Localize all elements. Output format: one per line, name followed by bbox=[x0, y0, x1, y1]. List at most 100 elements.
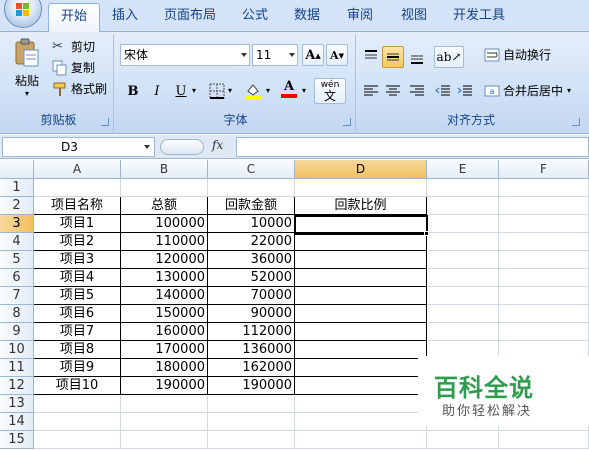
cell-b1[interactable] bbox=[121, 179, 208, 197]
underline-dropdown-icon[interactable]: ▾ bbox=[192, 86, 196, 95]
format-painter-button[interactable]: 格式刷 bbox=[52, 80, 107, 97]
cell-e1[interactable] bbox=[427, 179, 499, 197]
column-header-b[interactable]: B bbox=[121, 160, 208, 179]
table-cell[interactable]: 项目1 bbox=[34, 215, 121, 233]
table-cell[interactable]: 136000 bbox=[208, 341, 295, 359]
copy-button[interactable]: 复制 bbox=[52, 59, 95, 76]
formula-bar-resize-handle[interactable] bbox=[160, 139, 204, 155]
underline-button[interactable]: U bbox=[170, 80, 192, 102]
table-cell[interactable]: 项目4 bbox=[34, 269, 121, 287]
cell-c1[interactable] bbox=[208, 179, 295, 197]
cell-d15[interactable] bbox=[295, 431, 427, 449]
fill-color-button[interactable] bbox=[242, 80, 264, 102]
shrink-font-button[interactable]: A ▼ bbox=[326, 44, 348, 66]
cell-a15[interactable] bbox=[34, 431, 121, 449]
cut-button[interactable]: ✂ 剪切 bbox=[52, 38, 95, 55]
column-header-c[interactable]: C bbox=[208, 160, 295, 179]
table-cell[interactable]: 90000 bbox=[208, 305, 295, 323]
select-all-corner[interactable] bbox=[0, 160, 34, 179]
align-middle-button[interactable] bbox=[382, 46, 404, 68]
column-header-d[interactable]: D bbox=[295, 160, 427, 179]
merge-center-button[interactable]: a 合并后居中 ▾ bbox=[484, 82, 571, 99]
tab-developer[interactable]: 开发工具 bbox=[449, 7, 509, 32]
cell-f5[interactable] bbox=[499, 251, 589, 269]
column-header-a[interactable]: A bbox=[34, 160, 121, 179]
cell-f9[interactable] bbox=[499, 323, 589, 341]
name-box[interactable]: D3 bbox=[2, 137, 155, 157]
tab-home[interactable]: 开始 bbox=[48, 3, 101, 33]
cell-e4[interactable] bbox=[427, 233, 499, 251]
font-color-dropdown-icon[interactable]: ▾ bbox=[302, 86, 306, 95]
row-header-13[interactable]: 13 bbox=[0, 395, 34, 413]
insert-function-button[interactable]: fx bbox=[212, 138, 223, 152]
cell-d14[interactable] bbox=[295, 413, 427, 431]
table-cell[interactable]: 70000 bbox=[208, 287, 295, 305]
cell-e6[interactable] bbox=[427, 269, 499, 287]
table-cell[interactable]: 项目5 bbox=[34, 287, 121, 305]
cell-f8[interactable] bbox=[499, 305, 589, 323]
cell-d1[interactable] bbox=[295, 179, 427, 197]
cell-d13[interactable] bbox=[295, 395, 427, 413]
align-top-button[interactable] bbox=[360, 46, 382, 68]
table-cell[interactable]: 项目8 bbox=[34, 341, 121, 359]
tab-insert[interactable]: 插入 bbox=[108, 7, 142, 32]
cell-f2[interactable] bbox=[499, 197, 589, 215]
row-header-14[interactable]: 14 bbox=[0, 413, 34, 431]
row-header-5[interactable]: 5 bbox=[0, 251, 34, 269]
row-header-15[interactable]: 15 bbox=[0, 431, 34, 449]
row-header-1[interactable]: 1 bbox=[0, 179, 34, 197]
cell-a14[interactable] bbox=[34, 413, 121, 431]
column-header-e[interactable]: E bbox=[427, 160, 499, 179]
table-cell[interactable] bbox=[295, 359, 427, 377]
table-cell[interactable]: 100000 bbox=[121, 215, 208, 233]
increase-indent-button[interactable] bbox=[454, 80, 476, 102]
table-cell[interactable]: 项目10 bbox=[34, 377, 121, 395]
row-header-2[interactable]: 2 bbox=[0, 197, 34, 215]
row-header-4[interactable]: 4 bbox=[0, 233, 34, 251]
office-button[interactable] bbox=[4, 0, 42, 28]
cell-b13[interactable] bbox=[121, 395, 208, 413]
font-name-select[interactable]: 宋体 bbox=[120, 44, 250, 66]
font-color-button[interactable]: A bbox=[278, 78, 300, 100]
table-cell[interactable]: 项目6 bbox=[34, 305, 121, 323]
paste-button[interactable]: 粘贴 ▾ bbox=[10, 38, 44, 98]
cell-e8[interactable] bbox=[427, 305, 499, 323]
borders-button[interactable] bbox=[206, 80, 228, 102]
cell-c15[interactable] bbox=[208, 431, 295, 449]
table-cell[interactable]: 项目7 bbox=[34, 323, 121, 341]
table-cell[interactable] bbox=[295, 269, 427, 287]
table-cell[interactable]: 项目9 bbox=[34, 359, 121, 377]
tab-data[interactable]: 数据 bbox=[290, 7, 324, 32]
header-cell[interactable]: 总额 bbox=[121, 197, 208, 215]
cell-b15[interactable] bbox=[121, 431, 208, 449]
cell-c14[interactable] bbox=[208, 413, 295, 431]
table-cell[interactable] bbox=[295, 251, 427, 269]
cell-f1[interactable] bbox=[499, 179, 589, 197]
row-header-3[interactable]: 3 bbox=[0, 215, 34, 233]
merge-dropdown-icon[interactable]: ▾ bbox=[567, 86, 571, 95]
table-cell[interactable]: 120000 bbox=[121, 251, 208, 269]
phonetic-button[interactable]: wén 文 bbox=[314, 78, 346, 104]
alignment-launcher-icon[interactable] bbox=[572, 118, 580, 126]
tab-page-layout[interactable]: 页面布局 bbox=[160, 7, 220, 32]
align-left-button[interactable] bbox=[360, 80, 382, 102]
table-cell[interactable]: 10000 bbox=[208, 215, 295, 233]
align-right-button[interactable] bbox=[406, 80, 428, 102]
align-center-button[interactable] bbox=[382, 80, 404, 102]
borders-dropdown-icon[interactable]: ▾ bbox=[228, 86, 232, 95]
clipboard-launcher-icon[interactable] bbox=[101, 118, 109, 126]
table-cell[interactable] bbox=[295, 305, 427, 323]
table-cell[interactable]: 190000 bbox=[121, 377, 208, 395]
table-cell[interactable]: 22000 bbox=[208, 233, 295, 251]
font-launcher-icon[interactable] bbox=[343, 118, 351, 126]
cell-f15[interactable] bbox=[499, 431, 589, 449]
cell-f3[interactable] bbox=[499, 215, 589, 233]
table-cell[interactable]: 52000 bbox=[208, 269, 295, 287]
table-cell[interactable]: 112000 bbox=[208, 323, 295, 341]
row-header-10[interactable]: 10 bbox=[0, 341, 34, 359]
table-cell[interactable] bbox=[295, 323, 427, 341]
header-cell[interactable]: 回款金额 bbox=[208, 197, 295, 215]
table-cell[interactable]: 140000 bbox=[121, 287, 208, 305]
table-cell[interactable]: 170000 bbox=[121, 341, 208, 359]
row-header-9[interactable]: 9 bbox=[0, 323, 34, 341]
